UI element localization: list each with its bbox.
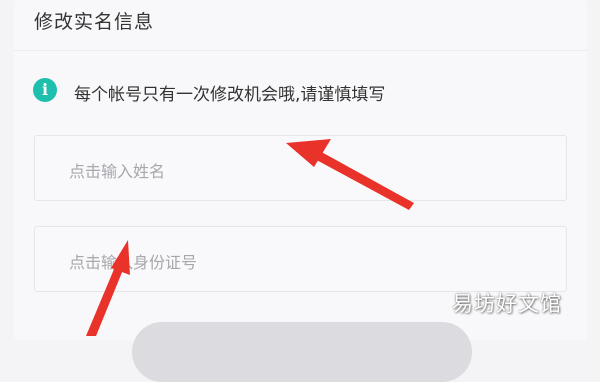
- page-title: 修改实名信息: [34, 11, 155, 33]
- id-number-input[interactable]: 点击输入身份证号: [34, 226, 567, 292]
- info-icon: i: [33, 78, 57, 102]
- notice-text: 每个帐号只有一次修改机会哦,请谨慎填写: [74, 85, 386, 105]
- id-number-input-placeholder: 点击输入身份证号: [69, 253, 198, 272]
- submit-button[interactable]: [132, 322, 472, 382]
- name-input-placeholder: 点击输入姓名: [69, 162, 166, 181]
- watermark: 易坊好文馆: [452, 292, 562, 316]
- header-divider: [14, 50, 587, 51]
- name-input[interactable]: 点击输入姓名: [34, 135, 567, 201]
